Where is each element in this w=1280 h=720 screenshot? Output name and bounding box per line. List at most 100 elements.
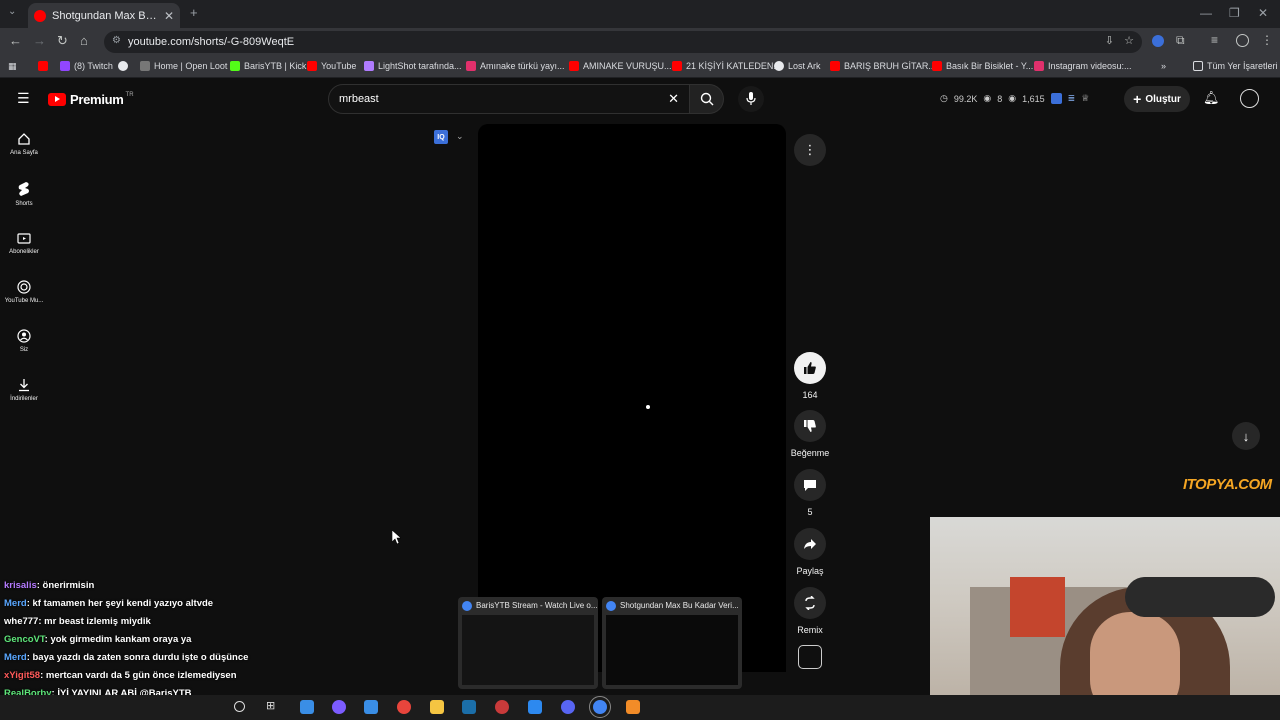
extension-badge-icon[interactable]: [1050, 93, 1062, 104]
chat-message: GencoVT: yok girmedim kankam oraya ya: [4, 634, 191, 645]
guide-item-shorts[interactable]: Shorts: [0, 181, 48, 207]
bookmark-item[interactable]: Instagram videosu:...: [1034, 61, 1132, 71]
reload-icon[interactable]: ↻: [57, 33, 68, 49]
chevron-down-icon[interactable]: ⌄: [456, 131, 464, 142]
new-tab-icon[interactable]: +: [190, 5, 198, 20]
search-input[interactable]: mrbeast ✕: [328, 84, 690, 114]
extension-icon[interactable]: [1152, 35, 1164, 47]
lightshot-icon: [364, 61, 374, 71]
remix-icon: [805, 596, 815, 610]
browser-tab-active[interactable]: Shotgundan Max Bu Kadar Veri... ✕: [28, 3, 180, 28]
youtube-logo[interactable]: Premium TR: [48, 92, 134, 107]
bookmark-item[interactable]: BARIŞ BRUH GİTAR...: [830, 61, 936, 71]
like-button[interactable]: 164: [793, 352, 827, 400]
instagram-icon: [466, 61, 476, 71]
bookmark-youtube-icon[interactable]: [38, 61, 52, 71]
forward-icon[interactable]: →: [33, 33, 46, 48]
home-icon[interactable]: ⌂: [80, 33, 88, 48]
install-app-icon[interactable]: ⇩: [1105, 34, 1114, 47]
task-view-icon[interactable]: ⊞: [266, 699, 275, 712]
taskbar-preview-stream[interactable]: BarisYTB Stream - Watch Live o...: [458, 597, 598, 689]
sound-avatar[interactable]: [798, 645, 822, 669]
bookmark-item[interactable]: YouTube: [307, 61, 356, 71]
notifications-bell-icon[interactable]: 🔔︎: [1203, 90, 1220, 106]
search-icon[interactable]: [234, 701, 245, 712]
taskbar-preview-youtube[interactable]: Shotgundan Max Bu Kadar Veri...: [602, 597, 742, 689]
extensions-puzzle-icon[interactable]: ⧉: [1176, 33, 1185, 48]
bookmark-item[interactable]: AMINAKE VURUŞU...: [569, 61, 672, 71]
apps-grid-icon[interactable]: ▦: [8, 61, 17, 72]
comments-button[interactable]: 5: [793, 469, 827, 517]
bookmark-google-icon[interactable]: [118, 61, 132, 71]
bookmarks-overflow-icon[interactable]: »: [1161, 61, 1166, 71]
media-control-icon[interactable]: ≡: [1211, 33, 1218, 47]
eye-icon: ◉: [983, 93, 992, 103]
create-button[interactable]: + Oluştur: [1124, 86, 1190, 112]
clear-search-icon[interactable]: ✕: [668, 91, 679, 107]
bookmark-item[interactable]: Basık Bir Bisiklet - Y...: [932, 61, 1033, 71]
all-bookmarks-folder[interactable]: Tüm Yer İşaretleri: [1193, 61, 1278, 71]
discord-icon[interactable]: [561, 700, 575, 714]
next-short-button[interactable]: ↓: [1232, 422, 1260, 450]
bookmark-star-icon[interactable]: ☆: [1124, 34, 1134, 47]
guide-item-home[interactable]: Ana Sayfa: [0, 132, 48, 156]
guide-item-youtube-music[interactable]: YouTube Mu...: [0, 280, 48, 304]
maximize-icon[interactable]: ❐: [1229, 6, 1240, 20]
shorts-video-player[interactable]: [478, 124, 786, 672]
share-icon: [804, 539, 816, 549]
guide-item-you[interactable]: Siz: [0, 329, 48, 353]
trophy-icon[interactable]: ♕: [1081, 93, 1089, 104]
chrome-icon[interactable]: [397, 700, 411, 714]
guide-menu-icon[interactable]: ☰: [17, 90, 30, 107]
taskbar-app-icon[interactable]: [300, 700, 314, 714]
likes-stat: 1,615: [1022, 93, 1045, 104]
search-button[interactable]: [690, 84, 724, 114]
bookmark-item[interactable]: 21 KİŞİYİ KATLEDEN...: [672, 61, 781, 71]
share-button[interactable]: Paylaş: [793, 528, 827, 576]
chrome-active-icon[interactable]: [589, 696, 611, 718]
site-info-icon[interactable]: ⚙: [112, 35, 121, 46]
itopya-watermark: ITOPYA.COM: [1183, 476, 1272, 493]
file-explorer-icon[interactable]: [430, 700, 444, 714]
minimize-icon[interactable]: —: [1200, 6, 1212, 20]
chat-username: krisalis: [4, 580, 37, 591]
bookmark-item[interactable]: Lost Ark: [774, 61, 821, 71]
bookmarks-bar: ▦ (8) Twitch Home | Open Loot BarisYTB |…: [0, 56, 1280, 78]
profile-avatar[interactable]: [1236, 34, 1249, 47]
guide-item-downloads[interactable]: İndirilenler: [0, 378, 48, 402]
taskbar-app-icon[interactable]: [626, 700, 640, 714]
youtube-favicon-icon: [34, 9, 46, 22]
bookmark-item[interactable]: (8) Twitch: [60, 61, 113, 71]
chat-text: : mertcan vardı da 5 gün önce izlemediys…: [40, 670, 237, 681]
back-icon[interactable]: ←: [9, 33, 22, 48]
list-icon[interactable]: ≣: [1068, 93, 1076, 104]
views-icon: ◷: [940, 93, 948, 103]
tab-search-icon[interactable]: ⌄: [8, 6, 16, 17]
taskbar-app-icon[interactable]: [528, 700, 542, 714]
copilot-icon[interactable]: [332, 700, 346, 714]
dislike-button[interactable]: Beğenme: [786, 410, 834, 458]
bookmark-item[interactable]: BarisYTB | Kick: [230, 61, 306, 71]
window-close-icon[interactable]: ✕: [1258, 6, 1268, 20]
tab-title: Shotgundan Max Bu Kadar Veri...: [52, 9, 160, 22]
folder-icon: [1193, 61, 1203, 71]
bookmark-item[interactable]: LightShot tarafında...: [364, 61, 462, 71]
bookmark-item[interactable]: Amınake türkü yayı...: [466, 61, 565, 71]
steam-icon[interactable]: [462, 700, 476, 714]
address-bar[interactable]: ⚙ youtube.com/shorts/-G-809WeqtE ⇩ ☆: [104, 31, 1142, 53]
store-icon[interactable]: [364, 700, 378, 714]
chat-message: xYigit58: mertcan vardı da 5 gün önce iz…: [4, 670, 237, 681]
guide-item-subscriptions[interactable]: Abonelikler: [0, 231, 48, 255]
browser-menu-icon[interactable]: ⋮: [1261, 33, 1273, 47]
obs-icon[interactable]: [495, 700, 509, 714]
preview-thumbnail: [462, 615, 594, 685]
more-options-button[interactable]: ⋮: [794, 134, 826, 166]
bookmark-item[interactable]: Home | Open Loot: [140, 61, 227, 71]
remix-button[interactable]: Remix: [793, 587, 827, 635]
tab-close-icon[interactable]: ✕: [164, 9, 174, 23]
account-avatar[interactable]: [1240, 89, 1259, 108]
voice-search-button[interactable]: [738, 86, 764, 112]
quality-extension-icon[interactable]: IQ: [434, 130, 448, 144]
youtube-icon: [672, 61, 682, 71]
thumbs-up-icon: [804, 362, 816, 374]
